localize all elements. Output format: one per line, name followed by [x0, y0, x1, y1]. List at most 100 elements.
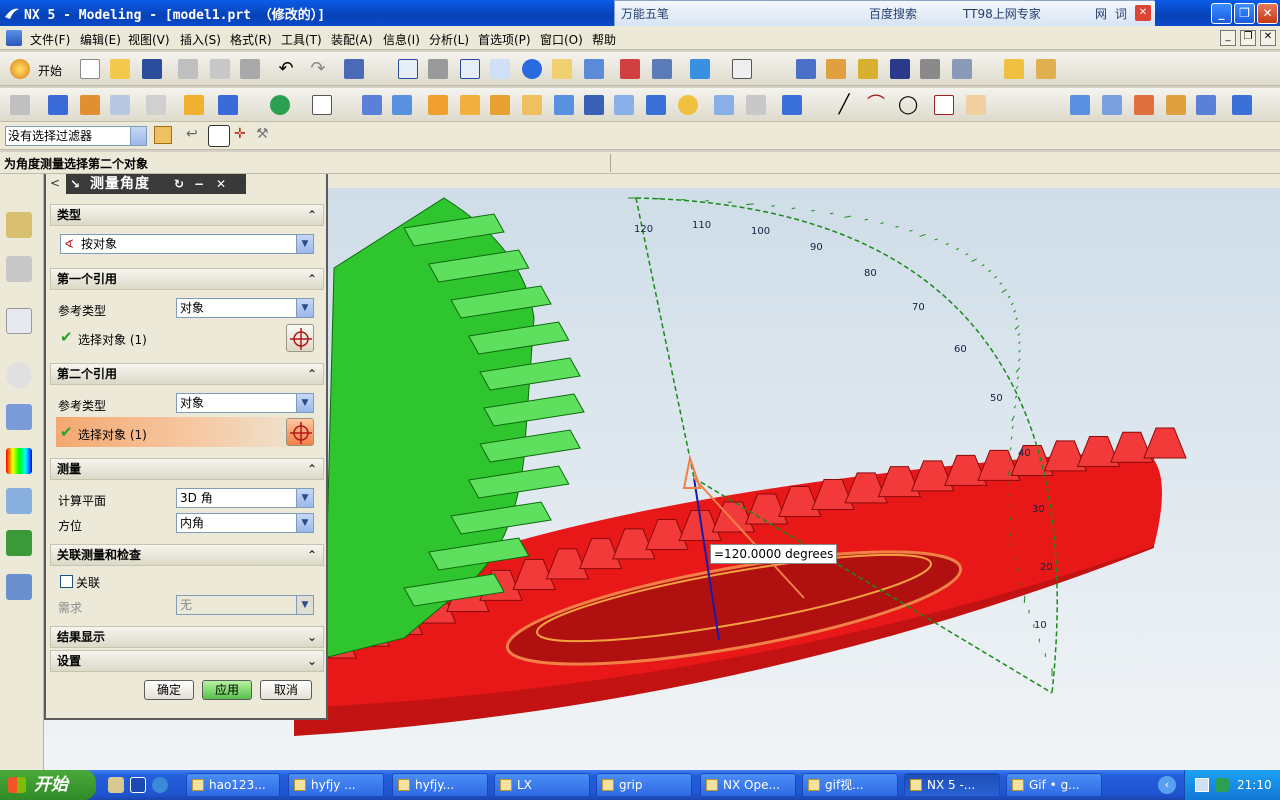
- section-associative[interactable]: 关联测量和检查 ⌃: [50, 544, 324, 566]
- pocket-icon[interactable]: [614, 95, 634, 115]
- trim-body-icon[interactable]: [146, 95, 166, 115]
- type-filter-select[interactable]: 没有选择过滤器: [5, 126, 147, 146]
- doc-minimize-button[interactable]: _: [1220, 30, 1236, 46]
- sew-icon[interactable]: [1196, 95, 1216, 115]
- wcs-icon[interactable]: [796, 59, 816, 79]
- pan-icon[interactable]: [552, 59, 572, 79]
- dialog-forward-icon[interactable]: >: [236, 176, 246, 190]
- close-button[interactable]: ✕: [1257, 3, 1278, 24]
- quick-launch-icon[interactable]: [108, 777, 124, 793]
- ime-tab-tt98[interactable]: TT98上网专家: [963, 5, 1041, 22]
- task-button[interactable]: Gif • g...: [1006, 773, 1102, 797]
- second-ref-type-select[interactable]: 对象 ▼: [176, 393, 314, 413]
- hole-icon[interactable]: [554, 95, 574, 115]
- block-icon[interactable]: [428, 95, 448, 115]
- wcs-origin-icon[interactable]: [826, 59, 846, 79]
- task-button[interactable]: hao123...: [186, 773, 280, 797]
- perspective-icon[interactable]: [584, 59, 604, 79]
- minimize-button[interactable]: _: [1211, 3, 1232, 24]
- ime-tab-web[interactable]: 网: [1095, 5, 1107, 22]
- wcs-orient-icon[interactable]: [890, 59, 910, 79]
- measure-distance-icon[interactable]: [1004, 59, 1024, 79]
- app-menu-icon[interactable]: [6, 30, 22, 46]
- process-studio-icon[interactable]: [6, 488, 32, 514]
- wcs-save-icon[interactable]: [952, 59, 972, 79]
- quick-launch-icon[interactable]: [130, 777, 146, 793]
- menu-window[interactable]: 窗口(O): [540, 31, 583, 48]
- task-button[interactable]: hyfjy ...: [288, 773, 384, 797]
- zoom-window-icon[interactable]: [428, 59, 448, 79]
- datum-axis-icon[interactable]: [218, 95, 238, 115]
- chevron-down-icon[interactable]: [130, 127, 146, 145]
- system-materials-icon[interactable]: [6, 404, 32, 430]
- start-icon[interactable]: [10, 59, 30, 79]
- redo-icon[interactable]: ↷: [308, 59, 328, 79]
- menu-file[interactable]: 文件(F): [30, 31, 70, 48]
- task-button[interactable]: gif视...: [802, 773, 898, 797]
- menu-preferences[interactable]: 首选项(P): [478, 31, 531, 48]
- orientation-select[interactable]: 内角 ▼: [176, 513, 314, 533]
- doc-restore-button[interactable]: ❐: [1240, 30, 1256, 46]
- doc-close-button[interactable]: ✕: [1260, 30, 1276, 46]
- measure-angle-icon[interactable]: [1036, 59, 1056, 79]
- selection-scope-icon[interactable]: [154, 126, 172, 144]
- groove-icon[interactable]: [714, 95, 734, 115]
- pad-icon[interactable]: [646, 95, 666, 115]
- section-type[interactable]: 类型 ⌃: [50, 204, 324, 226]
- zoom-icon[interactable]: [460, 59, 480, 79]
- menu-info[interactable]: 信息(I): [383, 31, 420, 48]
- ime-tab-word[interactable]: 词: [1115, 5, 1127, 22]
- web-browser-icon[interactable]: [6, 308, 32, 334]
- snap-endpoint-icon[interactable]: ✛: [234, 126, 252, 144]
- section-settings[interactable]: 设置 ⌄: [50, 650, 324, 672]
- part-navigator-icon[interactable]: [6, 256, 32, 282]
- assembly-navigator-icon[interactable]: [6, 212, 32, 238]
- cancel-button[interactable]: 取消: [260, 680, 312, 700]
- curve-icon[interactable]: [966, 95, 986, 115]
- zoom-in-out-icon[interactable]: [490, 59, 510, 79]
- view-orient-icon[interactable]: [652, 59, 672, 79]
- spline-icon[interactable]: [934, 95, 954, 115]
- network-icon[interactable]: [1195, 778, 1209, 792]
- open-folder-icon[interactable]: [110, 59, 130, 79]
- ok-button[interactable]: 确定: [144, 680, 194, 700]
- apply-button[interactable]: 应用: [202, 680, 252, 700]
- offset-surface-icon[interactable]: [1166, 95, 1186, 115]
- save-icon[interactable]: [142, 59, 162, 79]
- plane-icon[interactable]: [312, 95, 332, 115]
- select-object-button[interactable]: [286, 418, 314, 446]
- view-layout-icon[interactable]: [620, 59, 640, 79]
- line-icon[interactable]: ╱: [834, 95, 854, 115]
- menu-edit[interactable]: 编辑(E): [80, 31, 121, 48]
- undo-selection-icon[interactable]: ↩: [186, 126, 202, 144]
- select-tool-icon[interactable]: [344, 59, 364, 79]
- undo-icon[interactable]: ↶: [276, 59, 296, 79]
- fit-view-icon[interactable]: [398, 59, 418, 79]
- boolean-unite-icon[interactable]: [362, 95, 382, 115]
- mesh-surface-icon[interactable]: [1134, 95, 1154, 115]
- palette-icon[interactable]: [6, 448, 32, 474]
- select-object-button[interactable]: [286, 324, 314, 352]
- task-button[interactable]: grip: [596, 773, 692, 797]
- snap-point-icon[interactable]: [208, 125, 230, 147]
- tray-expand-icon[interactable]: ‹: [1158, 776, 1176, 794]
- menu-tools[interactable]: 工具(T): [281, 31, 322, 48]
- slot-icon[interactable]: [678, 95, 698, 115]
- menu-view[interactable]: 视图(V): [128, 31, 170, 48]
- collapse-dialog-icon[interactable]: −: [190, 175, 208, 193]
- ime-tab-wubi[interactable]: 万能五笔: [621, 5, 669, 22]
- surface-icon[interactable]: [1070, 95, 1090, 115]
- new-file-icon[interactable]: [80, 59, 100, 79]
- task-button[interactable]: NX Ope...: [700, 773, 796, 797]
- shading-icon[interactable]: [732, 59, 752, 79]
- wcs-rotate-icon[interactable]: [858, 59, 878, 79]
- type-select[interactable]: ∢ 按对象 ▼: [60, 234, 314, 254]
- boolean-subtract-icon[interactable]: [392, 95, 412, 115]
- history-icon[interactable]: [6, 362, 32, 388]
- thread-icon[interactable]: [746, 95, 766, 115]
- rotate-icon[interactable]: [522, 59, 542, 79]
- section-results-display[interactable]: 结果显示 ⌄: [50, 626, 324, 648]
- section-second-reference[interactable]: 第二个引用 ⌃: [50, 363, 324, 385]
- system-scenes-icon[interactable]: [6, 574, 32, 600]
- menu-analysis[interactable]: 分析(L): [429, 31, 469, 48]
